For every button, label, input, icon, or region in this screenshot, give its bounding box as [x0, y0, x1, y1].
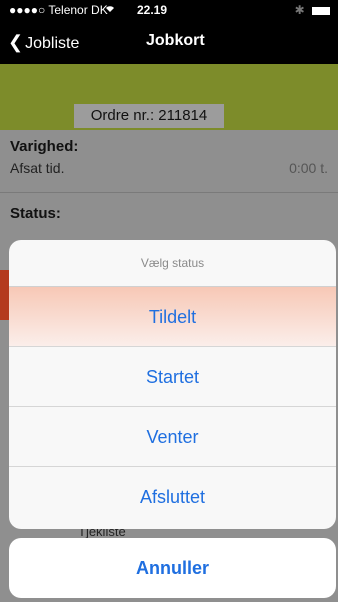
divider — [0, 192, 338, 193]
afsat-tid-value: 0:00 t. — [289, 160, 328, 176]
back-button[interactable]: ❮ Jobliste — [8, 32, 79, 53]
bluetooth-icon: ✱ — [294, 3, 305, 17]
battery-icon — [312, 6, 330, 15]
clock-label: 22.19 — [137, 3, 168, 17]
battery-area: ✱ — [295, 3, 330, 17]
page-title: Jobkort — [146, 32, 205, 49]
navigation-bar: ❮ Jobliste Jobkort — [0, 20, 338, 64]
action-sheet-title: Vælg status — [9, 240, 336, 287]
carrier-label: ●●●●○ Telenor DK — [9, 3, 108, 17]
order-number: Ordre nr.: 211814 — [74, 104, 224, 128]
back-label: Jobliste — [25, 35, 80, 52]
chevron-left-icon: ❮ — [8, 32, 24, 52]
status-bar: ●●●●○ Telenor DK 22.19 ✱ — [0, 0, 338, 20]
status-heading: Status: — [10, 205, 61, 222]
option-startet[interactable]: Startet — [9, 347, 336, 407]
wifi-icon — [104, 2, 116, 17]
status-action-sheet: Vælg status Tildelt Startet Venter Afslu… — [9, 240, 336, 529]
option-tildelt[interactable]: Tildelt — [9, 287, 336, 347]
afsat-tid-label: Afsat tid. — [10, 160, 65, 176]
option-afsluttet[interactable]: Afsluttet — [9, 467, 336, 527]
option-venter[interactable]: Venter — [9, 407, 336, 467]
varighed-heading: Varighed: — [10, 138, 79, 155]
cancel-button[interactable]: Annuller — [9, 538, 336, 598]
